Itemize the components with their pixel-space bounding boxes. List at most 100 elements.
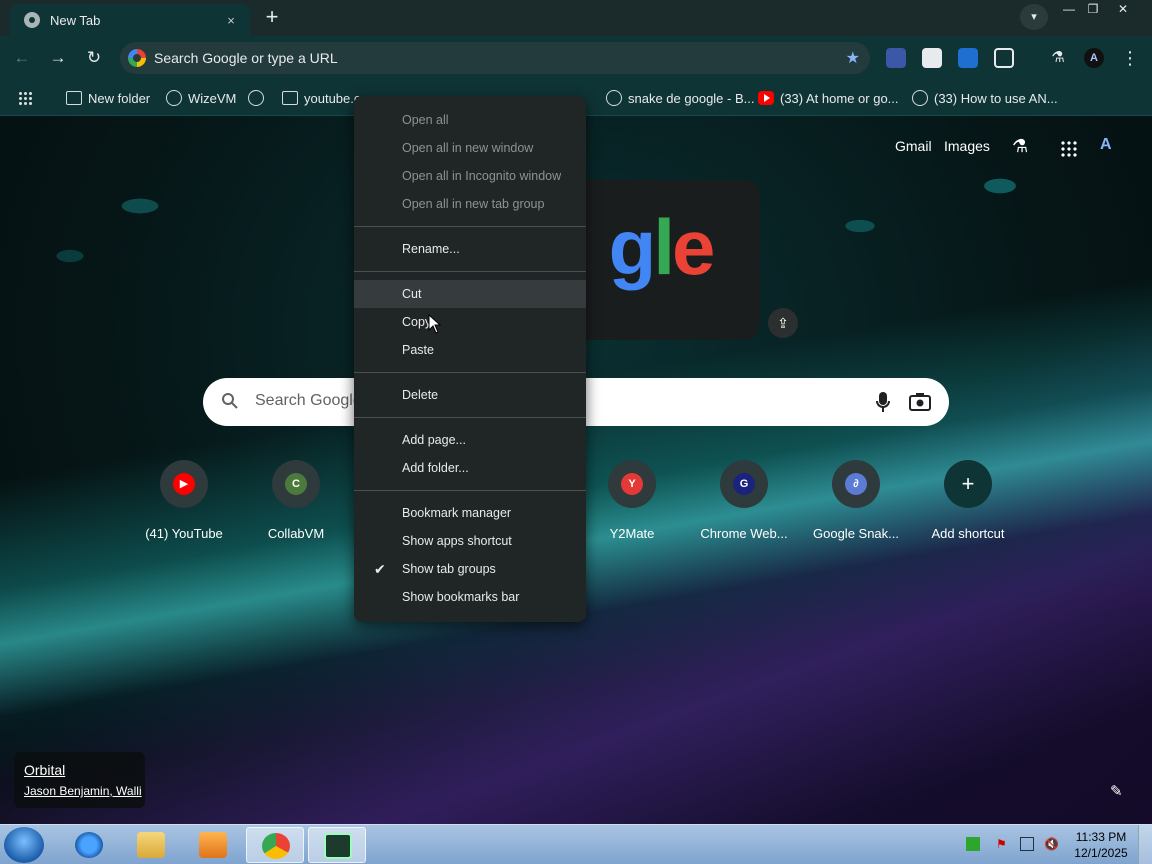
bookmark-how-to[interactable]: (33) How to use AN... (912, 88, 1058, 108)
profile-avatar[interactable]: A (1084, 48, 1104, 68)
bookmark-label: (33) How to use AN... (934, 90, 1058, 106)
forward-button[interactable]: → (44, 44, 72, 72)
globe-icon (912, 90, 928, 106)
menu-item-show-apps-shortcut[interactable]: Show apps shortcut (354, 527, 586, 555)
menu-separator (354, 417, 586, 418)
menu-item-label: Show tab groups (402, 562, 496, 576)
customize-pencil-icon[interactable]: ✎ (1110, 782, 1130, 802)
menu-item-delete[interactable]: Delete (354, 381, 586, 409)
y2mate-icon: Y (621, 473, 643, 495)
chrome-menu-button[interactable]: ⋮ (1120, 44, 1140, 72)
bookmark-apps[interactable] (18, 88, 34, 108)
tab-new-tab[interactable]: New Tab × (10, 4, 250, 36)
menu-separator (354, 490, 586, 491)
shortcut-y2mate[interactable]: Y Y2Mate (576, 460, 688, 541)
chrome-favicon-icon (24, 12, 40, 28)
bookmark-label: New folder (88, 90, 151, 106)
attribution-title[interactable]: Orbital (24, 762, 135, 778)
back-button[interactable]: ← (8, 44, 36, 72)
plus-icon: + (961, 471, 975, 496)
new-tab-button[interactable]: + (258, 4, 286, 32)
menu-item-paste[interactable]: Paste (354, 336, 586, 364)
bookmark-globe[interactable] (248, 88, 264, 108)
google-logo-icon (128, 49, 146, 67)
bookmark-youtube-video[interactable]: (33) At home or go... (758, 88, 899, 108)
menu-item-rename[interactable]: Rename... (354, 235, 586, 263)
clock-time: 11:33 PM (1075, 830, 1127, 844)
bookmark-wizevm[interactable]: WizeVM (166, 88, 236, 108)
tray-flag-icon[interactable]: ⚑ (996, 837, 1010, 851)
tab-search-button[interactable]: ▾ (1020, 4, 1048, 30)
extension-3-icon[interactable] (958, 48, 978, 68)
shortcut-add[interactable]: + Add shortcut (912, 460, 1024, 541)
collabvm-icon: C (285, 473, 307, 495)
menu-item-cut[interactable]: Cut (354, 280, 586, 308)
tab-close-icon[interactable]: × (222, 13, 240, 28)
search-placeholder: Search Google (255, 392, 362, 409)
media-player-icon (199, 832, 227, 858)
doodle-letter: l (653, 203, 675, 291)
menu-item-open-all-tab-group[interactable]: Open all in new tab group (354, 190, 586, 218)
microphone-icon[interactable] (875, 390, 891, 414)
bookmark-label: WizeVM (188, 90, 237, 106)
bookmark-snake[interactable]: snake de google - B... (606, 88, 754, 108)
minimize-button[interactable]: — (1056, 0, 1082, 18)
taskbar-media-player[interactable] (184, 827, 242, 863)
bookmark-context-menu: Open all Open all in new window Open all… (354, 96, 586, 622)
labs-flask-icon[interactable]: ⚗ (1012, 136, 1032, 158)
browser-toolbar: ← → ↻ Search Google or type a URL ★ ⚗ A … (0, 36, 1152, 80)
checkmark-icon: ✔ (374, 561, 386, 577)
tray-green-icon[interactable] (966, 837, 980, 851)
tab-title: New Tab (50, 12, 101, 28)
background-attribution[interactable]: Orbital Jason Benjamin, Walli (14, 752, 145, 808)
shortcut-youtube[interactable]: ▶ (41) YouTube (128, 460, 240, 541)
attribution-author[interactable]: Jason Benjamin, Walli (24, 784, 142, 798)
menu-item-add-page[interactable]: Add page... (354, 426, 586, 454)
doodle-logo: gle (590, 202, 716, 293)
taskbar-internet-explorer[interactable] (60, 827, 118, 863)
menu-item-add-folder[interactable]: Add folder... (354, 454, 586, 482)
tray-volume-muted-icon[interactable]: 🔇 (1044, 837, 1059, 851)
chrome-icon (262, 833, 290, 859)
tray-network-icon[interactable] (1020, 837, 1034, 851)
taskbar-task-manager[interactable] (308, 827, 366, 863)
bookmark-new-folder[interactable]: New folder (66, 88, 150, 108)
search-icon (222, 393, 238, 409)
images-link[interactable]: Images (944, 138, 990, 154)
show-desktop-button[interactable] (1138, 825, 1152, 864)
labs-flask-icon[interactable]: ⚗ (1048, 48, 1068, 68)
mouse-cursor-icon (428, 314, 442, 334)
taskbar-chrome[interactable] (246, 827, 304, 863)
shortcut-google-snake[interactable]: ∂ Google Snak... (800, 460, 912, 541)
folder-icon (137, 832, 165, 858)
menu-item-show-bookmarks-bar[interactable]: Show bookmarks bar (354, 583, 586, 611)
shortcut-collabvm[interactable]: C CollabVM (240, 460, 352, 541)
extension-2-icon[interactable] (922, 48, 942, 68)
menu-item-bookmark-manager[interactable]: Bookmark manager (354, 499, 586, 527)
menu-item-open-all-new-window[interactable]: Open all in new window (354, 134, 586, 162)
profile-avatar-ntp[interactable]: A (1100, 136, 1128, 160)
google-apps-icon[interactable] (1060, 140, 1078, 158)
clock-date: 12/1/2025 (1074, 846, 1128, 860)
apps-grid-icon (18, 91, 34, 105)
menu-item-show-tab-groups[interactable]: ✔ Show tab groups (354, 555, 586, 583)
extensions-puzzle-icon[interactable] (994, 48, 1014, 68)
bookmark-star-icon[interactable]: ★ (846, 48, 860, 68)
camera-search-icon[interactable] (909, 392, 931, 412)
reload-button[interactable]: ↻ (80, 44, 108, 72)
start-button[interactable] (4, 827, 44, 863)
extension-1-icon[interactable] (886, 48, 906, 68)
doodle-letter: e (672, 203, 715, 291)
gmail-link[interactable]: Gmail (895, 138, 932, 154)
shortcut-chrome-web-store[interactable]: G Chrome Web... (688, 460, 800, 541)
close-window-button[interactable]: ✕ (1110, 0, 1136, 18)
doodle-letter: g (608, 203, 657, 291)
menu-item-open-all[interactable]: Open all (354, 106, 586, 134)
taskbar-file-explorer[interactable] (122, 827, 180, 863)
address-bar[interactable]: Search Google or type a URL ★ (120, 42, 870, 74)
menu-item-open-all-incognito[interactable]: Open all in Incognito window (354, 162, 586, 190)
restore-button[interactable]: ❐ (1080, 0, 1106, 18)
system-clock[interactable]: 11:33 PM 12/1/2025 (1068, 829, 1134, 861)
share-doodle-button[interactable]: ⇪ (768, 308, 798, 338)
menu-item-copy[interactable]: Copy (354, 308, 586, 336)
